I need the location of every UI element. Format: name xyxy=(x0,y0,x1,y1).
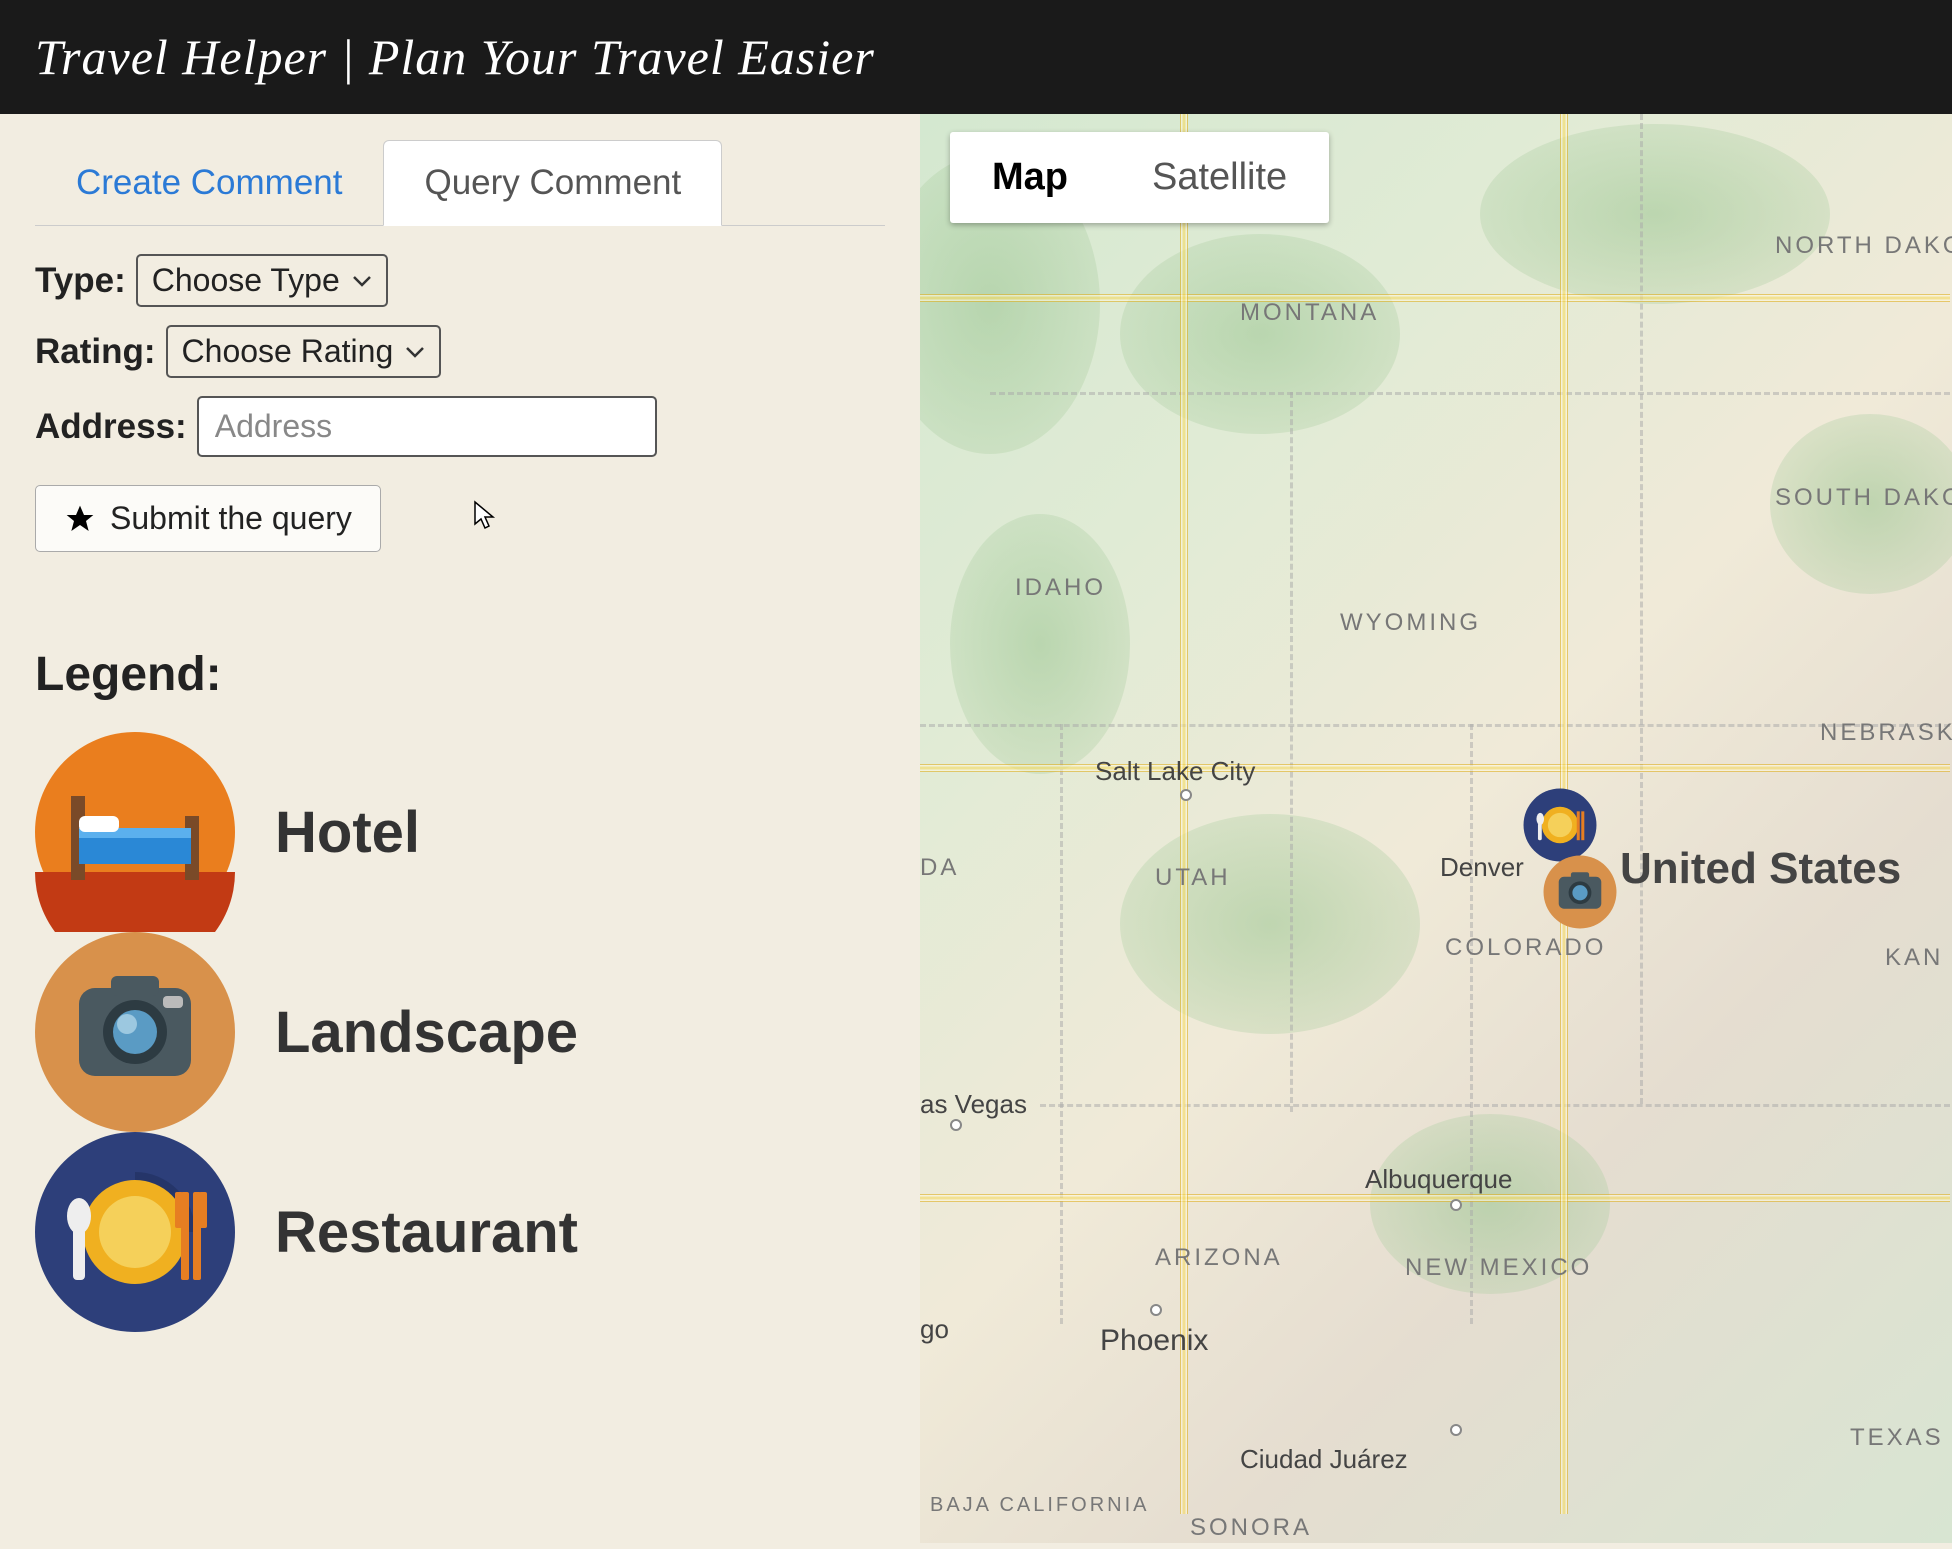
map-label-wyoming: WYOMING xyxy=(1340,609,1481,637)
rating-select[interactable]: Choose Rating xyxy=(166,325,442,378)
map-label-juarez: Ciudad Juárez xyxy=(1240,1444,1408,1475)
legend-landscape-row: Landscape xyxy=(35,932,885,1132)
map-label-baja: BAJA CALIFORNIA xyxy=(930,1494,1150,1517)
map-panel[interactable]: Map Satellite MONTANA NORTH DAKOTA SOUTH… xyxy=(920,114,1952,1543)
tab-create-comment[interactable]: Create Comment xyxy=(35,140,383,226)
map-label-south-dakota: SOUTH DAKOTA xyxy=(1775,484,1952,512)
type-row: Type: Choose Type xyxy=(35,254,885,307)
legend-hotel-row: Hotel xyxy=(35,732,885,932)
type-label: Type: xyxy=(35,261,126,301)
tab-bar: Create Comment Query Comment xyxy=(35,139,885,226)
address-label: Address: xyxy=(35,407,187,447)
address-input[interactable] xyxy=(197,396,657,457)
cursor-icon xyxy=(472,500,496,532)
map-label-albuquerque: Albuquerque xyxy=(1365,1164,1512,1195)
star-icon xyxy=(64,503,96,535)
type-select[interactable]: Choose Type xyxy=(136,254,388,307)
app-header: Travel Helper | Plan Your Travel Easier xyxy=(0,0,1952,114)
legend-restaurant-label: Restaurant xyxy=(275,1199,578,1266)
map-label-idaho: IDAHO xyxy=(1015,574,1106,602)
map-label-nebraska: NEBRASK xyxy=(1820,719,1952,747)
legend-restaurant-row: Restaurant xyxy=(35,1132,885,1332)
left-panel: Create Comment Query Comment Type: Choos… xyxy=(0,114,920,1543)
map-label-colorado: COLORADO xyxy=(1445,934,1606,962)
map-label-vegas: as Vegas xyxy=(920,1089,1027,1120)
map-label-da: DA xyxy=(920,854,959,882)
satellite-view-button[interactable]: Satellite xyxy=(1110,132,1329,223)
chevron-down-icon xyxy=(352,275,372,287)
map-type-controls: Map Satellite xyxy=(950,132,1329,223)
map-view-button[interactable]: Map xyxy=(950,132,1110,223)
map-label-denver: Denver xyxy=(1440,852,1524,883)
map-label-country: United States xyxy=(1620,844,1901,894)
chevron-down-icon xyxy=(405,346,425,358)
map-marker-restaurant[interactable] xyxy=(1522,787,1598,863)
legend-hotel-label: Hotel xyxy=(275,799,420,866)
rating-row: Rating: Choose Rating xyxy=(35,325,885,378)
map-label-utah: UTAH xyxy=(1155,864,1231,892)
legend-landscape-label: Landscape xyxy=(275,999,578,1066)
map-label-montana: MONTANA xyxy=(1240,299,1379,327)
submit-query-button[interactable]: Submit the query xyxy=(35,485,381,552)
map-label-north-dakota: NORTH DAKOTA xyxy=(1775,232,1952,260)
rating-label: Rating: xyxy=(35,332,156,372)
map-marker-landscape[interactable] xyxy=(1542,854,1618,930)
map-label-slc: Salt Lake City xyxy=(1095,756,1255,787)
app-title: Travel Helper | Plan Your Travel Easier xyxy=(35,29,875,85)
map-label-go: go xyxy=(920,1314,949,1345)
tab-query-comment[interactable]: Query Comment xyxy=(383,140,722,226)
hotel-icon xyxy=(35,732,235,932)
restaurant-icon xyxy=(35,1132,235,1332)
map-label-new-mexico: NEW MEXICO xyxy=(1405,1254,1592,1282)
legend-title: Legend: xyxy=(35,647,885,702)
address-row: Address: xyxy=(35,396,885,457)
map-label-texas: TEXAS xyxy=(1850,1424,1944,1452)
main-content: Create Comment Query Comment Type: Choos… xyxy=(0,114,1952,1543)
map-label-kansas: KAN xyxy=(1885,944,1943,972)
map-label-arizona: ARIZONA xyxy=(1155,1244,1283,1272)
map-label-phoenix: Phoenix xyxy=(1100,1324,1208,1358)
map-label-sonora: SONORA xyxy=(1190,1514,1312,1542)
landscape-icon xyxy=(35,932,235,1132)
